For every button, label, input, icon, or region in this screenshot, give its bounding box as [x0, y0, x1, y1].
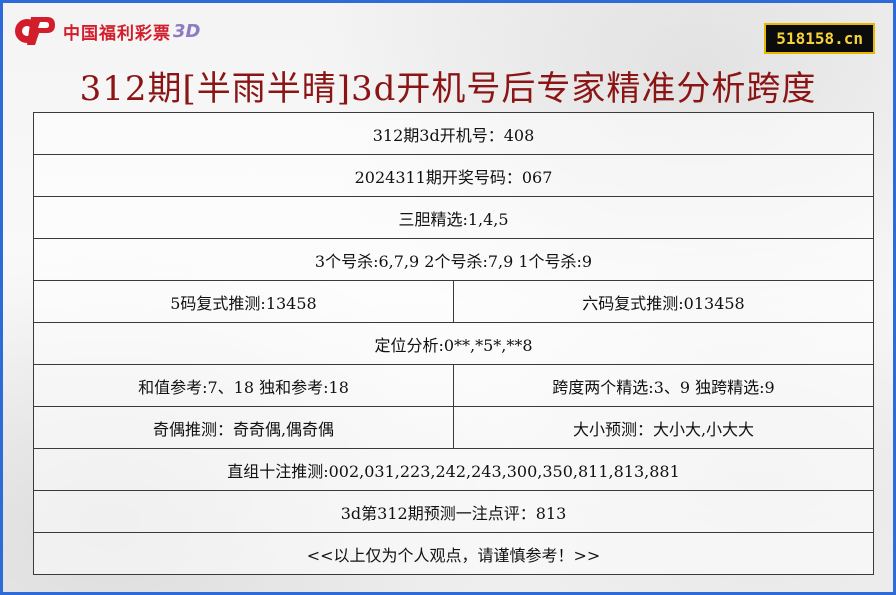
page-title: 312期[半雨半晴]3d开机号后专家精准分析跨度: [79, 69, 817, 109]
logo-text: 中国福利彩票: [63, 23, 171, 44]
single-pick-cell: 3d第312期预测一注点评：813: [32, 490, 875, 533]
ten-picks-cell: 直组十注推测:002,031,223,242,243,300,350,811,8…: [32, 448, 875, 491]
five-code-cell: 5码复式推测:13458: [33, 280, 454, 323]
table-row: 和值参考:7、18 独和参考:18 跨度两个精选:3、9 独跨精选:9: [33, 364, 875, 407]
position-analysis-cell: 定位分析:0**,*5*,**8: [32, 322, 875, 365]
table-row: 312期3d开机号：408: [32, 112, 875, 155]
table-row: 三胆精选:1,4,5: [32, 196, 875, 239]
six-code-cell: 六码复式推测:013458: [452, 280, 875, 323]
table-row: 定位分析:0**,*5*,**8: [32, 322, 875, 365]
disclaimer-cell: <<以上仅为个人观点，请谨慎参考！>>: [32, 532, 875, 575]
sum-reference-cell: 和值参考:7、18 独和参考:18: [33, 364, 454, 407]
lottery-logo: 中国福利彩票 3D: [13, 11, 200, 51]
table-row: 2024311期开奖号码：067: [32, 154, 875, 197]
table-row: 直组十注推测:002,031,223,242,243,300,350,811,8…: [32, 448, 875, 491]
table-row: 3d第312期预测一注点评：813: [32, 490, 875, 533]
page-frame: 中国福利彩票 3D 518158.cn 312期[半雨半晴]3d开机号后专家精准…: [0, 0, 896, 595]
table-row: 5码复式推测:13458 六码复式推测:013458: [33, 280, 875, 323]
draw-result-cell: 2024311期开奖号码：067: [32, 154, 875, 197]
three-bold-cell: 三胆精选:1,4,5: [32, 196, 875, 239]
open-number-cell: 312期3d开机号：408: [32, 112, 875, 155]
big-small-cell: 大小预测：大小大,小大大: [452, 406, 875, 449]
table-row: 奇偶推测：奇奇偶,偶奇偶 大小预测：大小大,小大大: [33, 406, 875, 449]
site-badge[interactable]: 518158.cn: [764, 23, 875, 54]
span-pick-cell: 跨度两个精选:3、9 独跨精选:9: [452, 364, 875, 407]
table-row: 3个号杀:6,7,9 2个号杀:7,9 1个号杀:9: [32, 238, 875, 281]
table-row: <<以上仅为个人观点，请谨慎参考！>>: [32, 532, 875, 575]
prediction-table: 312期3d开机号：408 2024311期开奖号码：067 三胆精选:1,4,…: [32, 112, 875, 575]
logo-3d-text: 3D: [173, 20, 201, 42]
odd-even-cell: 奇偶推测：奇奇偶,偶奇偶: [33, 406, 454, 449]
kill-numbers-cell: 3个号杀:6,7,9 2个号杀:7,9 1个号杀:9: [32, 238, 875, 281]
welfare-lottery-icon: [13, 13, 57, 49]
